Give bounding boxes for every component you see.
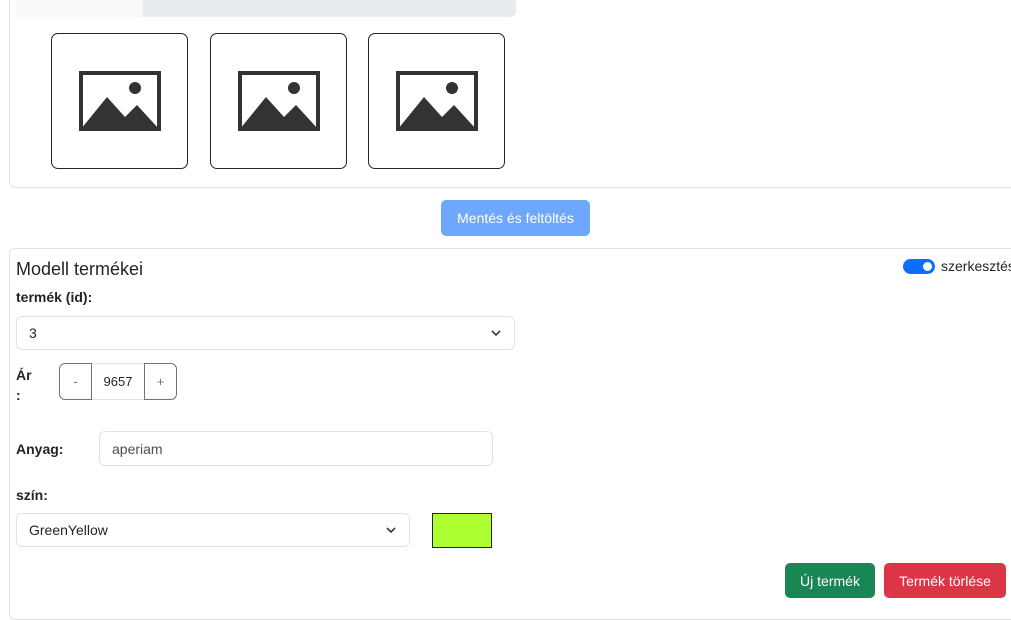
save-and-upload-button[interactable]: Mentés és feltöltés — [441, 200, 590, 236]
price-stepper: - 9657 + — [59, 363, 177, 400]
chevron-down-icon — [491, 330, 501, 337]
product-id-label: termék (id): — [16, 289, 93, 305]
price-label: Ár : — [16, 367, 32, 403]
color-value: GreenYellow — [29, 522, 108, 538]
image-thumbnail-1[interactable] — [51, 33, 188, 169]
color-label: szín: — [16, 487, 48, 503]
price-value[interactable]: 9657 — [92, 363, 144, 400]
image-thumbnail-2[interactable] — [210, 33, 347, 169]
product-id-select[interactable]: 3 — [16, 316, 515, 350]
image-placeholder-icon — [237, 71, 320, 131]
color-select[interactable]: GreenYellow — [16, 513, 410, 547]
material-input[interactable] — [99, 431, 493, 466]
new-product-button[interactable]: Új termék — [785, 563, 875, 598]
delete-product-button[interactable]: Termék törlése — [884, 563, 1006, 598]
chevron-down-icon — [386, 527, 396, 534]
tab-strip — [16, 0, 516, 17]
image-placeholder-icon — [78, 71, 161, 131]
edit-toggle-label: szerkesztés — [941, 258, 1011, 274]
section-title: Modell termékei — [16, 259, 144, 279]
tab-active[interactable] — [16, 0, 143, 17]
image-placeholder-icon — [395, 71, 478, 131]
color-swatch — [432, 513, 492, 548]
edit-toggle-switch[interactable] — [903, 259, 935, 274]
material-label: Anyag: — [16, 441, 64, 457]
image-thumbnail-3[interactable] — [368, 33, 505, 169]
price-decrement-button[interactable]: - — [59, 363, 92, 400]
product-id-value: 3 — [29, 325, 37, 341]
toggle-knob — [923, 262, 932, 271]
price-increment-button[interactable]: + — [144, 363, 177, 400]
